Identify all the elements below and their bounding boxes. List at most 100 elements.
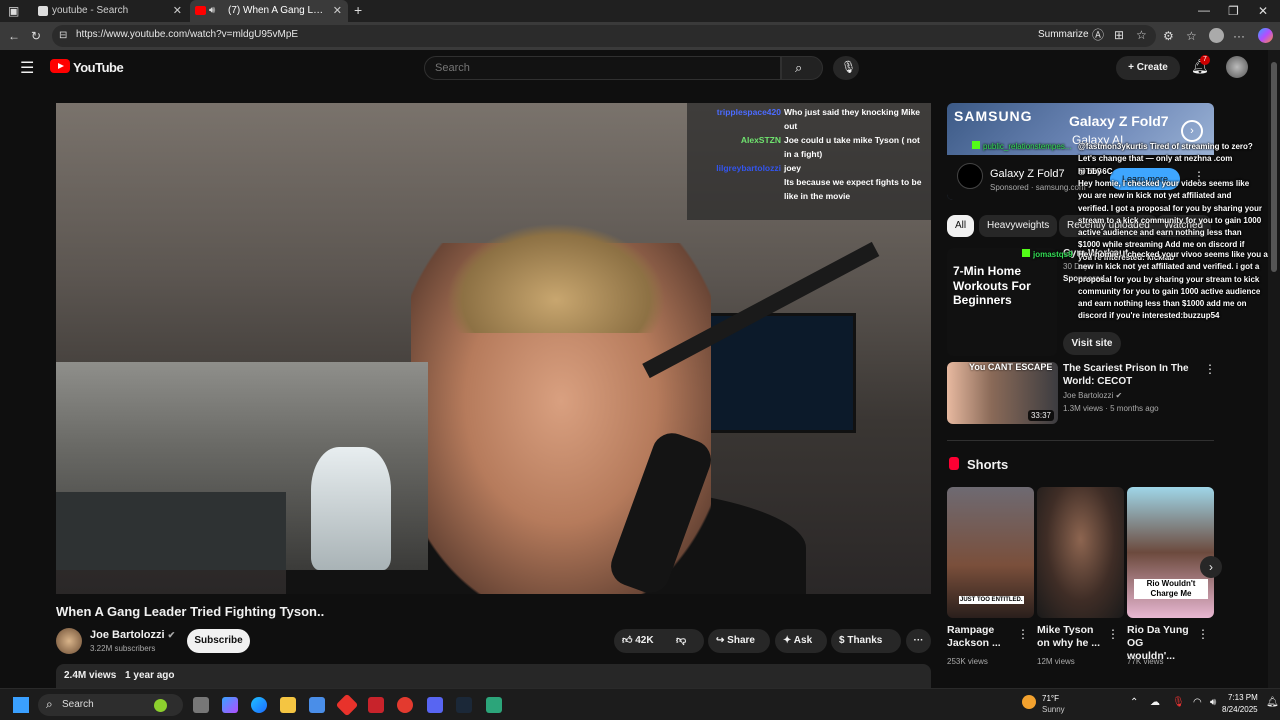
verified-icon: ✔ bbox=[1115, 391, 1123, 400]
split-screen-icon[interactable]: ⊞ bbox=[1114, 28, 1124, 42]
webcam-overlay bbox=[56, 362, 428, 570]
copilot-taskbar-icon[interactable] bbox=[222, 697, 238, 713]
short-thumbnail[interactable] bbox=[1037, 487, 1124, 618]
favorites-icon[interactable]: ☆ bbox=[1186, 29, 1197, 43]
share-label: Share bbox=[727, 635, 755, 646]
channel-name[interactable]: Joe Bartolozzi ✔ bbox=[90, 629, 175, 641]
close-icon[interactable]: ✕ bbox=[173, 0, 182, 22]
windows-start-icon[interactable] bbox=[13, 697, 29, 713]
chat-username: tripplespace420 bbox=[716, 107, 781, 117]
subscriber-count: 3.22M subscribers bbox=[90, 644, 156, 653]
chat-message: like in the movie bbox=[784, 191, 851, 201]
youtube-logo-icon[interactable] bbox=[50, 59, 70, 73]
wifi-icon[interactable]: ◠ bbox=[1193, 697, 1202, 708]
youtube-logo-text[interactable]: YouTube bbox=[73, 60, 124, 75]
tab-youtube-search[interactable]: youtube - Search ✕ bbox=[30, 0, 188, 22]
description-box[interactable]: 2.4M views 1 year ago bbox=[56, 664, 931, 688]
recommended-channel[interactable]: Joe Bartolozzi ✔ bbox=[1063, 391, 1122, 400]
mic-tray-icon[interactable]: 🎙︎ bbox=[1172, 697, 1185, 708]
search-button[interactable]: ⌕ bbox=[781, 56, 823, 80]
ask-button[interactable]: ✦ Ask bbox=[775, 629, 827, 653]
voice-search-button[interactable]: 🎙︎ bbox=[833, 56, 859, 80]
upload-age: 1 year ago bbox=[125, 670, 175, 681]
read-aloud-icon[interactable]: Ⓐ bbox=[1092, 28, 1104, 42]
account-avatar[interactable] bbox=[1226, 56, 1248, 78]
microsoft-store-icon[interactable] bbox=[309, 697, 325, 713]
cloud-icon[interactable]: ☁ bbox=[1150, 697, 1160, 708]
tab-video[interactable]: 🔊︎ (7) When A Gang Leader Tried ... ✕ bbox=[190, 0, 348, 22]
chat-message: out bbox=[784, 121, 798, 131]
scrollbar-thumb[interactable] bbox=[1271, 62, 1277, 272]
file-explorer-icon[interactable] bbox=[280, 697, 296, 713]
short-thumbnail[interactable]: Rio Wouldn't Charge Me bbox=[1127, 487, 1214, 618]
app-red-icon[interactable] bbox=[397, 697, 413, 713]
new-tab-icon[interactable]: + bbox=[354, 3, 362, 17]
more-actions-button[interactable]: ··· bbox=[906, 629, 931, 653]
weather-desc[interactable]: Sunny bbox=[1042, 705, 1065, 714]
favorite-star-icon[interactable]: ☆ bbox=[1136, 28, 1147, 42]
chip-all[interactable]: All bbox=[947, 215, 975, 237]
minimize-icon[interactable]: — bbox=[1198, 3, 1210, 17]
close-window-icon[interactable]: ✕ bbox=[1258, 4, 1268, 18]
like-button[interactable]: 👍︎ 42K bbox=[622, 629, 654, 653]
channel-avatar[interactable] bbox=[56, 628, 82, 654]
speaker-icon[interactable]: 🔊︎ bbox=[209, 0, 215, 22]
visit-site-button[interactable]: Visit site bbox=[1063, 332, 1121, 355]
refresh-icon[interactable]: ↻ bbox=[31, 29, 41, 43]
weather-sun-icon[interactable] bbox=[1022, 695, 1036, 709]
app-shield-icon[interactable] bbox=[368, 697, 384, 713]
discord-icon[interactable] bbox=[427, 697, 443, 713]
hamburger-menu-icon[interactable]: ☰ bbox=[20, 58, 34, 78]
more-menu-icon[interactable]: ··· bbox=[1233, 29, 1245, 43]
profile-avatar[interactable] bbox=[1209, 28, 1224, 43]
video-thumbnail[interactable]: You CANT ESCAPE 33:37 bbox=[947, 362, 1058, 424]
clock-time[interactable]: 7:13 PM bbox=[1228, 693, 1258, 702]
shorts-next-icon[interactable]: › bbox=[1200, 556, 1222, 578]
extensions-icon[interactable]: ⚙ bbox=[1163, 29, 1174, 43]
short-title[interactable]: Rampage Jackson ... bbox=[947, 624, 1013, 650]
app-green-icon[interactable] bbox=[486, 697, 502, 713]
restore-icon[interactable]: ❐ bbox=[1228, 4, 1239, 18]
steam-icon[interactable] bbox=[456, 697, 472, 713]
site-info-icon[interactable]: ⊟ bbox=[59, 29, 67, 43]
taskbar-search-box[interactable]: ⌕ Search bbox=[38, 694, 183, 716]
workout-ad-thumbnail[interactable]: 7-Min Home Workouts For Beginners bbox=[947, 248, 1057, 356]
dislike-button[interactable]: 👎︎ bbox=[676, 629, 686, 653]
tab-actions-icon[interactable]: ▣ bbox=[8, 4, 19, 18]
recommended-video-title[interactable]: The Scariest Prison In The World: CECOT bbox=[1063, 362, 1193, 388]
short-thumbnail[interactable]: JUST TOO ENTITLED. bbox=[947, 487, 1034, 618]
task-view-icon[interactable] bbox=[193, 697, 209, 713]
chat-username: AlexSTZN bbox=[740, 135, 781, 145]
url-field[interactable]: ⊟ https://www.youtube.com/watch?v=mldgU9… bbox=[52, 25, 1156, 47]
clock-date[interactable]: 8/24/2025 bbox=[1222, 705, 1258, 714]
create-button[interactable]: + Create bbox=[1116, 56, 1180, 80]
share-button[interactable]: ↪ Share bbox=[708, 629, 770, 653]
summarize-button[interactable]: Summarize bbox=[1038, 29, 1089, 40]
search-icon: ⌕ bbox=[795, 60, 803, 75]
youtube-header: ☰ YouTube ⌕ 🎙︎ + Create 🔔︎ 7 bbox=[0, 50, 1268, 86]
chip-heavyweights[interactable]: Heavyweights bbox=[979, 215, 1058, 237]
subscribe-button[interactable]: Subscribe bbox=[187, 629, 250, 653]
tray-chevron-icon[interactable]: ⌃ bbox=[1130, 697, 1138, 708]
back-icon[interactable]: ← bbox=[8, 29, 20, 43]
overlay-chat-message: hi bby bbox=[1078, 167, 1102, 176]
shorts-icon bbox=[949, 457, 959, 470]
short-title[interactable]: Mike Tyson on why he ... bbox=[1037, 624, 1103, 650]
search-input[interactable] bbox=[424, 56, 781, 80]
volume-icon[interactable]: 🔊︎ bbox=[1210, 697, 1216, 708]
edge-icon[interactable] bbox=[251, 697, 267, 713]
short-menu-icon[interactable]: ⋮ bbox=[1197, 627, 1209, 641]
search-icon: ⌕ bbox=[46, 697, 53, 711]
close-icon[interactable]: ✕ bbox=[333, 0, 342, 22]
short-menu-icon[interactable]: ⋮ bbox=[1017, 627, 1029, 641]
video-menu-icon[interactable]: ⋮ bbox=[1204, 362, 1216, 376]
app-diamond-icon[interactable] bbox=[335, 693, 359, 717]
weather-temp[interactable]: 71°F bbox=[1042, 694, 1059, 703]
page-scrollbar[interactable] bbox=[1268, 50, 1280, 688]
short-menu-icon[interactable]: ⋮ bbox=[1107, 627, 1119, 641]
notifications-icon[interactable]: 🔔︎ bbox=[1266, 697, 1279, 708]
copilot-icon[interactable] bbox=[1258, 28, 1273, 43]
ad-next-icon[interactable]: › bbox=[1181, 120, 1203, 142]
thanks-button[interactable]: $ Thanks bbox=[831, 629, 901, 653]
ad-brand: SAMSUNG bbox=[954, 108, 1033, 124]
